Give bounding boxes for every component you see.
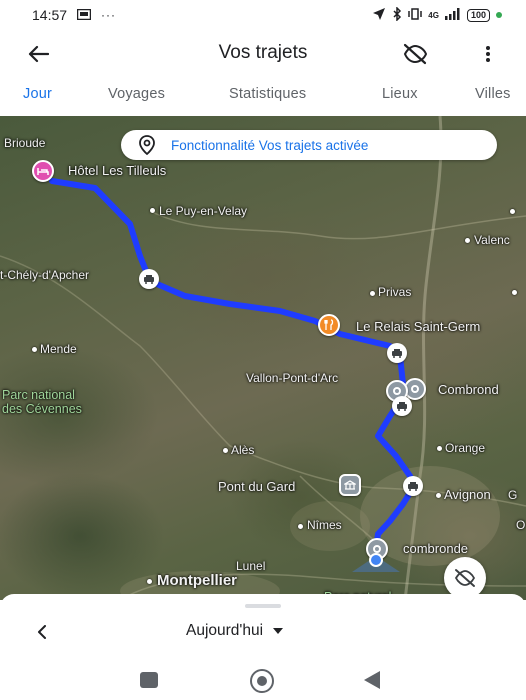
location-off-icon [454,569,476,587]
more-vert-icon [486,46,490,62]
city-dot [150,208,155,213]
location-off-icon [403,43,428,65]
place-park-cevennes: Parc national des Cévennes [2,388,82,416]
attraction-marker[interactable] [339,474,361,496]
current-location-dot [369,553,383,567]
signal-icon [444,7,461,23]
battery-indicator: 100 [466,8,490,22]
place-st-chely: t-Chély-d'Apcher [0,268,89,282]
city-dot [223,448,228,453]
place-nimes: Nîmes [307,518,342,532]
city-dot [436,493,441,498]
tab-bar: Jour Voyages Statistiques Lieux Villes [0,78,526,116]
date-label: Aujourd'hui [186,622,264,639]
place-combrond-label[interactable]: Combrond [438,382,499,397]
map-terrain [0,116,526,600]
notification-icon [76,8,92,23]
tab-jour[interactable]: Jour [23,86,52,102]
city-dot [465,238,470,243]
system-nav-bar [0,658,526,700]
driving-segment-marker[interactable] [139,269,159,289]
status-bar: 14:57 ··· 4G 100 [0,0,526,30]
city-dot [437,446,442,451]
place-avignon: Avignon [444,487,491,502]
car-icon [392,349,402,358]
network-type: 4G [428,10,439,20]
driving-segment-marker[interactable] [403,476,423,496]
driving-segment-marker[interactable] [392,396,412,416]
status-time: 14:57 [32,7,68,23]
tab-voyages[interactable]: Voyages [108,86,165,102]
more-notifications-icon: ··· [101,8,117,22]
location-history-off-button[interactable] [400,40,430,68]
date-selector[interactable]: Aujourd'hui [186,622,284,640]
city-dot [370,291,375,296]
bed-icon [37,168,49,175]
app-bar: Vos trajets [0,30,526,76]
place-le-puy: Le Puy-en-Velay [159,204,248,218]
bluetooth-icon [392,5,402,24]
restaurant-icon [324,319,334,330]
banner-text: Fonctionnalité Vos trajets activée [171,137,369,153]
place-lunel: Lunel [236,559,266,573]
landmark-icon [344,480,356,490]
place-pont-du-gard-label[interactable]: Pont du Gard [218,479,295,494]
more-options-button[interactable] [476,40,500,68]
bottom-sheet[interactable]: Aujourd'hui [0,594,526,658]
place-vallon: Vallon-Pont-d'Arc [246,371,339,385]
map-view[interactable]: Fonctionnalité Vos trajets activée Briou… [0,116,526,600]
place-montpellier: Montpellier [157,572,238,589]
chevron-left-icon [38,625,46,639]
place-relais-label[interactable]: Le Relais Saint-Germ [356,319,480,334]
tab-lieux[interactable]: Lieux [382,86,418,102]
car-icon [144,275,154,284]
drag-handle[interactable] [245,604,281,608]
place-orange: Orange [445,441,486,455]
place-combronde-label[interactable]: combronde [403,541,468,556]
city-dot [510,209,515,214]
dropdown-arrow-icon [273,628,284,634]
recents-button[interactable] [140,672,158,688]
place-edge-o: O [516,518,526,532]
privacy-dot-icon [496,12,502,18]
restaurant-marker[interactable] [318,314,340,336]
tab-villes[interactable]: Villes [475,86,511,102]
page-title: Vos trajets [218,42,308,63]
place-valence: Valenc [474,233,510,247]
place-brioude: Brioude [4,136,46,150]
city-dot [512,290,517,295]
car-icon [397,402,407,411]
home-dot-icon [257,676,267,686]
vibrate-icon [408,7,423,23]
location-history-banner[interactable]: Fonctionnalité Vos trajets activée [121,130,497,160]
previous-day-button[interactable] [30,620,54,644]
tab-statistiques[interactable]: Statistiques [229,86,306,102]
car-icon [408,482,418,491]
driving-segment-marker[interactable] [387,343,407,363]
place-mende: Mende [40,342,77,356]
place-edge-g: G [508,488,518,502]
location-arrow-icon [372,7,386,24]
place-privas: Privas [378,285,412,299]
location-history-toggle-button[interactable] [444,557,486,599]
city-dot [32,347,37,352]
hotel-marker[interactable] [32,160,54,182]
city-dot [298,524,303,529]
home-button[interactable] [250,669,274,693]
system-back-button[interactable] [364,671,380,689]
location-pin-icon [139,135,155,155]
place-ales: Alès [231,443,255,457]
place-hotel-label[interactable]: Hôtel Les Tilleuls [68,163,166,178]
city-dot [147,579,152,584]
